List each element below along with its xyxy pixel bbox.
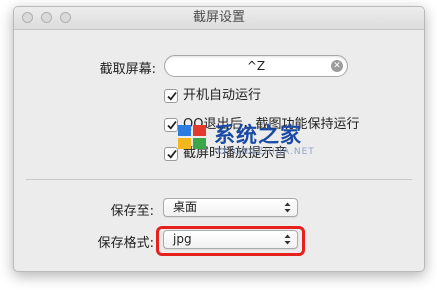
- watermark-subtext: XITONGZHIJIA.NET: [216, 147, 315, 157]
- watermark-logo-icon: [178, 125, 206, 149]
- divider: [26, 179, 412, 180]
- save-format-label: 保存格式:: [97, 236, 154, 251]
- shortcut-value: ^Z: [246, 59, 266, 73]
- save-location-label: 保存至:: [110, 204, 154, 219]
- clear-icon[interactable]: ✕: [331, 60, 343, 72]
- save-location-select[interactable]: 桌面: [163, 198, 298, 217]
- red-highlight-box: [156, 226, 305, 256]
- checkbox[interactable]: [164, 89, 178, 103]
- option-label: 开机自动运行: [183, 88, 262, 103]
- shortcut-field[interactable]: ^Z ✕: [164, 55, 348, 77]
- settings-window: 截屏设置 截取屏幕: ^Z ✕ 开机自动运行 QQ退出后，截图功能保持运行 截屏…: [13, 6, 425, 272]
- updown-arrows-icon: [284, 202, 291, 213]
- watermark: 系统之家 XITONGZHIJIA.NET: [176, 119, 376, 179]
- window-title: 截屏设置: [192, 10, 245, 25]
- shortcut-label: 截取屏幕:: [99, 62, 156, 77]
- checkmark-icon: [167, 91, 177, 101]
- title-bar: 截屏设置: [14, 7, 424, 30]
- save-location-value: 桌面: [173, 200, 198, 214]
- watermark-text: 系统之家: [214, 123, 302, 147]
